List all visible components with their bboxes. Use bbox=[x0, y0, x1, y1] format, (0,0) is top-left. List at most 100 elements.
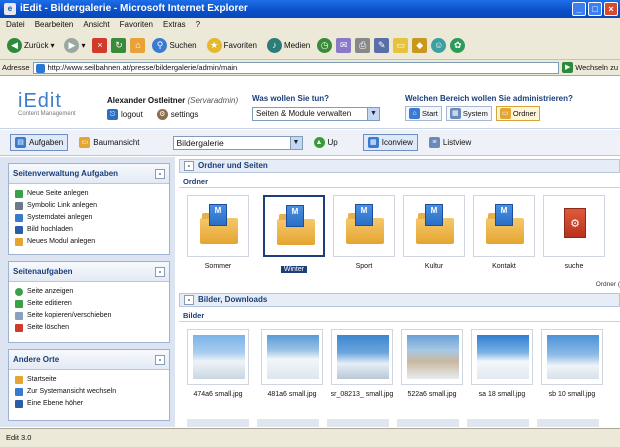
history-icon[interactable]: ◷ bbox=[317, 38, 333, 53]
folders-subtitle: Ordner bbox=[183, 177, 209, 186]
folder-icon: M bbox=[200, 204, 238, 244]
tab-tree[interactable]: ▭ Baumansicht bbox=[74, 134, 144, 151]
collapse-icon[interactable]: - bbox=[155, 355, 165, 365]
section-folders-header[interactable]: - Ordner und Seiten bbox=[179, 159, 620, 173]
image-preview bbox=[547, 335, 599, 379]
folder-winter[interactable]: M bbox=[263, 195, 325, 257]
gallery-select[interactable]: Bildergalerie ▼ bbox=[172, 135, 303, 150]
sidebar-item-upload-image[interactable]: Bild hochladen bbox=[9, 224, 169, 235]
sidebar-item-level-up[interactable]: Eine Ebene höher bbox=[9, 398, 169, 409]
file-suche[interactable]: ⚙ bbox=[543, 195, 605, 257]
menu-ansicht[interactable]: Ansicht bbox=[83, 18, 109, 32]
settings-link[interactable]: ⚙ settings bbox=[156, 109, 199, 120]
logout-icon: ⎋ bbox=[107, 109, 118, 120]
edit-icon[interactable]: ✎ bbox=[374, 38, 390, 53]
refresh-icon[interactable]: ↻ bbox=[111, 38, 127, 53]
collapse-icon[interactable]: - bbox=[155, 169, 165, 179]
image-thumb[interactable] bbox=[541, 329, 603, 385]
status-text: Edit 3.0 bbox=[6, 433, 32, 442]
panel-title: Seitenaufgaben - bbox=[9, 262, 169, 282]
section-title: Bilder, Downloads bbox=[198, 295, 268, 304]
favorites-button[interactable]: ★ Favoriten bbox=[204, 37, 260, 54]
maximize-button[interactable]: □ bbox=[588, 2, 602, 16]
collapse-icon[interactable]: - bbox=[184, 295, 194, 305]
sidebar-item-new-module[interactable]: Neues Modul anlegen bbox=[9, 236, 169, 247]
media-button[interactable]: ♪ Medien bbox=[264, 37, 313, 54]
menu-bearbeiten[interactable]: Bearbeiten bbox=[35, 18, 74, 32]
image-thumb[interactable] bbox=[187, 329, 249, 385]
home-icon[interactable]: ⌂ bbox=[130, 38, 146, 53]
sidebar-item-systemview[interactable]: Zur Systemansicht wechseln bbox=[9, 386, 169, 397]
folder-icon[interactable]: ▭ bbox=[393, 38, 409, 53]
close-button[interactable]: × bbox=[604, 2, 618, 16]
collapse-icon[interactable]: - bbox=[184, 161, 194, 171]
folder-sommer[interactable]: M bbox=[187, 195, 249, 257]
sidebar-item-copy-page[interactable]: Seite kopieren/verschieben bbox=[9, 310, 169, 321]
search-button[interactable]: ⚲ Suchen bbox=[149, 37, 199, 54]
listview-button[interactable]: ≡ Listview bbox=[424, 134, 476, 151]
menu-extras[interactable]: Extras bbox=[163, 18, 186, 32]
view-toolbar: ▤ Aufgaben ▭ Baumansicht Bildergalerie ▼… bbox=[0, 130, 620, 156]
area-ordner-button[interactable]: ▭ Ordner bbox=[495, 106, 541, 121]
folder-kultur[interactable]: M bbox=[403, 195, 465, 257]
folder-sport[interactable]: M bbox=[333, 195, 395, 257]
sidebar-item-edit-page[interactable]: Seite editieren bbox=[9, 298, 169, 309]
tasks-icon: ▤ bbox=[15, 137, 26, 148]
app-header: iEdit Content Management Alexander Ostle… bbox=[0, 77, 620, 129]
research-icon[interactable]: ✿ bbox=[450, 38, 466, 53]
address-input[interactable]: http://www.seilbahnen.at/presse/bilderga… bbox=[32, 61, 560, 74]
sidebar-item-systemfile[interactable]: Systemdatei anlegen bbox=[9, 212, 169, 223]
area-start-label: Start bbox=[422, 109, 438, 118]
tab-tasks-label: Aufgaben bbox=[29, 138, 64, 147]
sidebar-item-delete-page[interactable]: Seite löschen bbox=[9, 322, 169, 333]
forward-arrow-icon: ▶ bbox=[64, 38, 80, 53]
image-thumb[interactable] bbox=[261, 329, 323, 385]
folder-caption: Sommer bbox=[204, 263, 232, 270]
sidebar-item-symlink[interactable]: Symbolic Link anlegen bbox=[9, 200, 169, 211]
collapse-icon[interactable]: - bbox=[155, 267, 165, 277]
sidebar-item-home[interactable]: Startseite bbox=[9, 374, 169, 385]
area-start-button[interactable]: ⌂ Start bbox=[405, 106, 442, 121]
area-system-button[interactable]: ▦ System bbox=[445, 106, 492, 121]
mail-icon[interactable]: ✉ bbox=[336, 38, 352, 53]
folder-icon: M bbox=[277, 205, 315, 245]
folder-icon: M bbox=[486, 204, 524, 244]
back-button[interactable]: ◀ Zurück ▾ bbox=[4, 37, 57, 54]
sidebar-item-view-page[interactable]: Seite anzeigen bbox=[9, 286, 169, 297]
area-heading: Welchen Bereich wollen Sie administriere… bbox=[405, 94, 573, 103]
star-icon: ★ bbox=[206, 38, 222, 53]
image-thumb[interactable] bbox=[331, 329, 393, 385]
image-upload-icon bbox=[15, 225, 23, 234]
menu-favoriten[interactable]: Favoriten bbox=[120, 18, 153, 32]
iconview-button[interactable]: ▦ Iconview bbox=[362, 134, 418, 151]
status-bar: Edit 3.0 bbox=[0, 428, 620, 447]
image-caption: sb 10 small.jpg bbox=[548, 391, 596, 398]
address-label: Adresse bbox=[2, 63, 30, 72]
folder-caption: Kultur bbox=[424, 263, 444, 270]
edit-icon bbox=[15, 299, 23, 308]
discuss-icon[interactable]: ☺ bbox=[431, 38, 447, 53]
tab-tasks[interactable]: ▤ Aufgaben bbox=[10, 134, 69, 151]
menu-help[interactable]: ? bbox=[196, 18, 200, 32]
image-preview bbox=[477, 335, 529, 379]
logout-link[interactable]: ⎋ logout bbox=[107, 109, 143, 120]
sidebar-item-new-page[interactable]: Neue Seite anlegen bbox=[9, 188, 169, 199]
section-images-header[interactable]: - Bilder, Downloads bbox=[179, 293, 620, 307]
delete-icon bbox=[15, 323, 23, 332]
minimize-button[interactable]: _ bbox=[572, 2, 586, 16]
folder-kontakt[interactable]: M bbox=[473, 195, 535, 257]
settings-label: settings bbox=[170, 110, 199, 119]
image-thumb[interactable] bbox=[471, 329, 533, 385]
image-caption: 474a6 small.jpg bbox=[193, 391, 243, 398]
module-select[interactable]: Seiten & Module verwalten ▼ bbox=[252, 107, 380, 121]
user-role: (Servaradmin) bbox=[187, 96, 239, 105]
go-button[interactable]: ▶ Wechseln zu bbox=[562, 62, 620, 73]
messenger-icon[interactable]: ◆ bbox=[412, 38, 428, 53]
forward-button[interactable]: ▶ ▾ bbox=[61, 37, 88, 54]
folder-count-label: Ordner ( bbox=[595, 281, 620, 288]
up-button[interactable]: ▲ Up bbox=[309, 134, 343, 151]
stop-icon[interactable]: × bbox=[92, 38, 108, 53]
print-icon[interactable]: ⎙ bbox=[355, 38, 371, 53]
image-thumb[interactable] bbox=[401, 329, 463, 385]
menu-datei[interactable]: Datei bbox=[6, 18, 25, 32]
